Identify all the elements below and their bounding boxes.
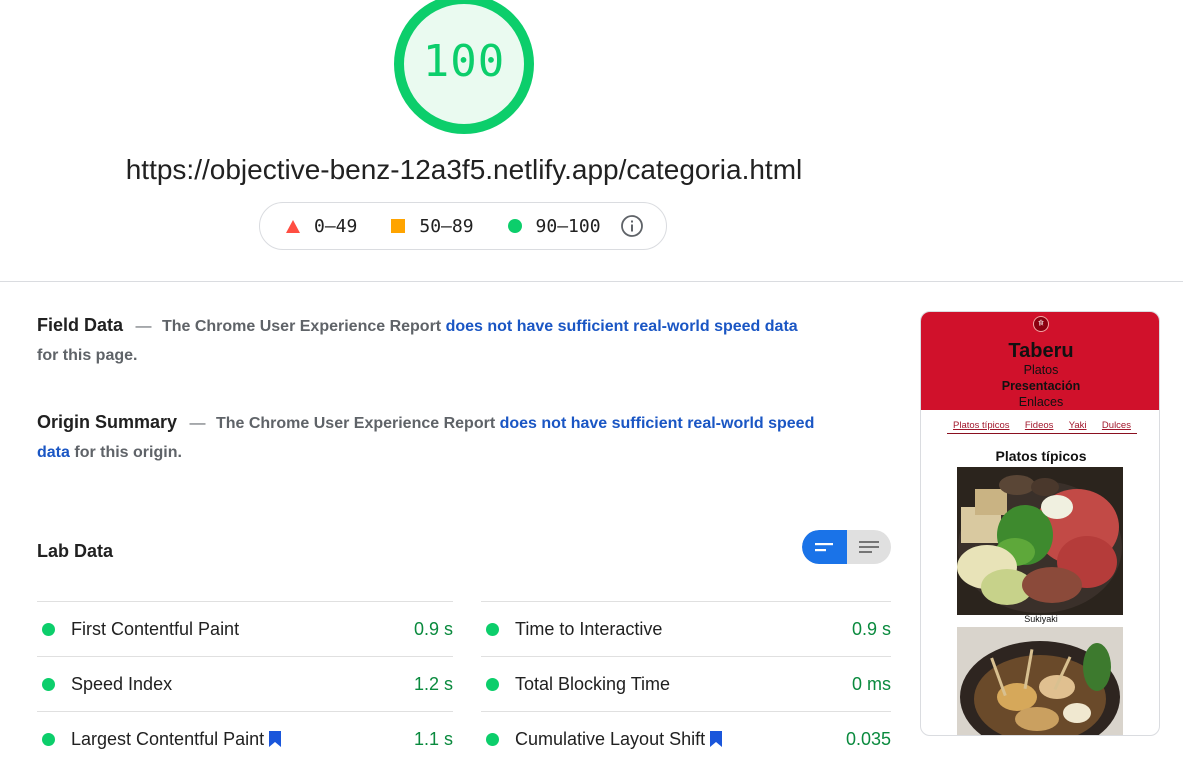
- metric-value: 0 ms: [851, 673, 891, 694]
- lab-data-heading: Lab Data: [37, 541, 114, 561]
- subnav-link: Fideos: [1024, 420, 1054, 431]
- field-data-prefix: The Chrome User Experience Report: [161, 318, 442, 335]
- site-nav-item: Presentación: [1001, 379, 1081, 393]
- site-subnav: Platos típicos Fideos Yaki Dulces: [947, 420, 1137, 434]
- origin-summary-section: Origin Summary — The Chrome User Experie…: [37, 408, 817, 467]
- pass-circle-icon: [486, 677, 499, 691]
- compact-view-button[interactable]: [802, 530, 847, 564]
- circle-icon: [507, 219, 522, 233]
- site-brand: Taberu: [1008, 340, 1074, 362]
- pass-circle-icon: [486, 622, 499, 636]
- pass-circle-icon: [486, 732, 499, 746]
- field-data-section: Field Data — The Chrome User Experience …: [37, 311, 817, 370]
- field-data-dash: —: [135, 318, 152, 335]
- metric-label: Total Blocking Time: [515, 673, 671, 694]
- pass-circle-icon: [42, 732, 55, 746]
- metric-value: 1.1 s: [413, 728, 453, 749]
- metric-label: Speed Index: [71, 673, 173, 694]
- metric-label: First Contentful Paint: [71, 618, 240, 639]
- oden-photo: [957, 627, 1123, 735]
- legend-fail: 0–49: [286, 216, 357, 237]
- metric-value: 0.9 s: [851, 618, 891, 639]
- metric-value: 1.2 s: [413, 673, 453, 694]
- metric-name: Largest Contentful Paint: [71, 729, 414, 750]
- metric-row: Cumulative Layout Shift 0.035: [481, 711, 891, 766]
- pass-circle-icon: [42, 622, 55, 636]
- field-data-heading: Field Data: [37, 315, 124, 335]
- metric-name: First Contentful Paint: [71, 619, 414, 640]
- metric-row: Speed Index 1.2 s: [37, 656, 453, 711]
- metric-label: Cumulative Layout Shift: [515, 728, 706, 749]
- triangle-icon: [286, 219, 300, 233]
- field-data-link[interactable]: does not have sufficient real-world spee…: [446, 318, 798, 335]
- site-nav-item: Platos: [1023, 363, 1059, 377]
- metric-row: First Contentful Paint 0.9 s: [37, 601, 453, 656]
- sukiyaki-photo: [957, 467, 1123, 615]
- info-icon[interactable]: [620, 215, 643, 237]
- metric-name: Speed Index: [71, 674, 414, 695]
- metric-name: Cumulative Layout Shift: [515, 729, 846, 750]
- bookmark-icon[interactable]: [710, 731, 723, 747]
- metric-row: Largest Contentful Paint 1.1 s: [37, 711, 453, 766]
- legend-pass-label: 90–100: [535, 215, 601, 237]
- tested-url: https://objective-benz-12a3f5.netlify.ap…: [125, 154, 803, 185]
- metric-row: Time to Interactive 0.9 s: [481, 601, 891, 656]
- origin-summary-heading: Origin Summary: [37, 412, 178, 432]
- pass-circle-icon: [42, 677, 55, 691]
- metric-label: Largest Contentful Paint: [71, 728, 265, 749]
- metrics-column-left: First Contentful Paint 0.9 s Speed Index…: [37, 601, 453, 766]
- header-divider: [0, 281, 1183, 282]
- metrics-column-right: Time to Interactive 0.9 s Total Blocking…: [481, 601, 891, 766]
- legend-fail-label: 0–49: [314, 215, 358, 237]
- photo-caption: Sukiyaki: [1024, 614, 1058, 624]
- metric-value: 0.035: [845, 728, 891, 749]
- subnav-link: Dulces: [1101, 420, 1131, 431]
- legend-average-label: 50–89: [419, 215, 474, 237]
- origin-summary-prefix: The Chrome User Experience Report: [215, 415, 496, 432]
- subnav-link: Yaki: [1068, 420, 1087, 431]
- lines-icon: [858, 541, 879, 553]
- site-logo: 食: [1033, 316, 1049, 332]
- short-lines-icon: [815, 543, 834, 552]
- bookmark-icon[interactable]: [269, 731, 282, 747]
- origin-summary-dash: —: [189, 415, 206, 432]
- metric-value: 0.9 s: [413, 618, 453, 639]
- square-icon: [391, 219, 406, 233]
- expanded-view-button[interactable]: [847, 530, 892, 564]
- performance-score: 100: [422, 36, 506, 87]
- site-nav-item: Enlaces: [1018, 395, 1064, 409]
- origin-summary-suffix: for this origin.: [74, 444, 182, 461]
- metric-row: Total Blocking Time 0 ms: [481, 656, 891, 711]
- subnav-link: Platos típicos: [953, 420, 1010, 431]
- page-screenshot-thumbnail[interactable]: 食 Taberu Platos Presentación Enlaces Pla…: [920, 311, 1160, 736]
- legend-pass: 90–100: [507, 215, 601, 237]
- metric-name: Time to Interactive: [515, 619, 852, 640]
- score-legend: 0–49 50–89 90–100: [259, 202, 667, 250]
- metric-label: Time to Interactive: [515, 618, 663, 639]
- metrics-view-toggle[interactable]: [802, 530, 891, 564]
- site-section-title: Platos típicos: [995, 448, 1087, 464]
- field-data-suffix: for this page.: [37, 347, 138, 364]
- metric-name: Total Blocking Time: [515, 674, 852, 695]
- legend-average: 50–89: [391, 215, 474, 237]
